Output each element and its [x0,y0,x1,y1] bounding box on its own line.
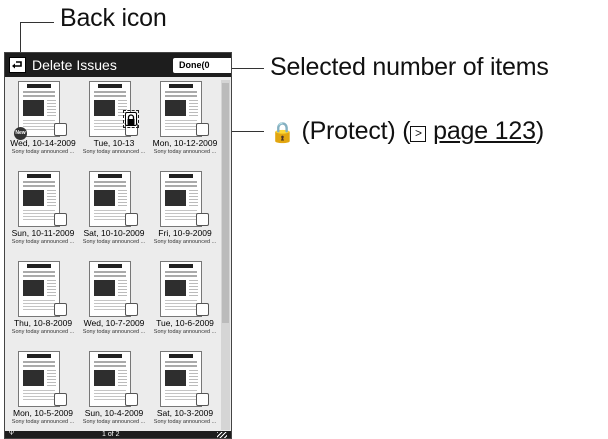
issue-date: Tue, 10-13 [93,138,135,148]
issue-item[interactable]: Fri, 10-9-2009 Sony today announced ... [149,169,219,257]
title-bar: Delete Issues Done(0 [5,53,231,77]
new-badge: New [14,127,27,140]
issue-date: Thu, 10-8-2009 [13,318,73,328]
issue-item[interactable]: Sun, 10-4-2009 Sony today announced ... [78,349,148,437]
issue-description: Sony today announced ... [153,239,217,245]
issue-date: Sun, 10-11-2009 [11,228,75,238]
lock-glyph-icon: 🔒 [270,122,295,144]
issue-description: Sony today announced ... [11,419,75,425]
issue-date: Tue, 10-6-2009 [156,318,214,328]
issue-date: Mon, 10-12-2009 [152,138,218,148]
issue-item[interactable]: Wed, 10-14-2009 Sony today announced ... N… [7,79,77,167]
issue-item[interactable]: Mon, 10-5-2009 Sony today announced ... [7,349,77,437]
page-ref-icon: > [410,126,427,142]
status-icon: Ψ [9,431,15,437]
page-indicator: 1 of 2 [102,431,120,438]
issue-item[interactable]: Sat, 10-3-2009 Sony today announced ... [149,349,219,437]
issue-description: Sony today announced ... [82,239,146,245]
issue-description: Sony today announced ... [11,329,75,335]
protect-text: (Protect) ( [301,117,411,145]
back-icon[interactable] [9,57,26,73]
issue-date: Sat, 10-10-2009 [83,228,145,238]
screen-title: Delete Issues [32,57,117,73]
select-checkbox[interactable] [196,303,209,316]
issue-description: Sony today announced ... [11,149,75,155]
issue-item[interactable]: Thu, 10-8-2009 Sony today announced ... [7,259,77,347]
issue-description: Sony today announced ... [153,149,217,155]
select-checkbox[interactable] [54,303,67,316]
select-checkbox[interactable] [125,213,138,226]
issue-item[interactable]: Sat, 10-10-2009 Sony today announced ... [78,169,148,257]
issue-item[interactable]: Sun, 10-11-2009 Sony today announced ... [7,169,77,257]
issue-description: Sony today announced ... [82,329,146,335]
issue-date: Sun, 10-4-2009 [84,408,144,418]
issue-item[interactable]: Mon, 10-12-2009 Sony today announced ... [149,79,219,167]
issues-grid: Wed, 10-14-2009 Sony today announced ... N… [7,79,219,432]
selected-count-callout: Selected number of items [270,53,549,81]
select-checkbox[interactable] [54,393,67,406]
select-checkbox[interactable] [54,123,67,136]
back-callout-line-h [20,22,54,23]
issue-description: Sony today announced ... [11,239,75,245]
issue-description: Sony today announced ... [82,419,146,425]
issue-date: Fri, 10-9-2009 [158,228,212,238]
back-icon-callout: Back icon [60,4,167,32]
page-ref-link[interactable]: page 123 [433,117,536,145]
issue-item[interactable]: Tue, 10-13 Sony today announced ... [78,79,148,167]
issue-description: Sony today announced ... [153,329,217,335]
lock-icon [125,112,137,126]
issue-date: Mon, 10-5-2009 [12,408,73,418]
issue-description: Sony today announced ... [153,419,217,425]
select-checkbox[interactable] [196,123,209,136]
protect-callout: 🔒 (Protect) (> page 123) [270,119,544,144]
issue-date: Wed, 10-7-2009 [83,318,145,328]
issue-item[interactable]: Tue, 10-6-2009 Sony today announced ... [149,259,219,347]
select-checkbox[interactable] [125,393,138,406]
select-checkbox[interactable] [196,213,209,226]
status-bar: Ψ 1 of 2 [5,431,231,438]
issue-item[interactable]: Wed, 10-7-2009 Sony today announced ... [78,259,148,347]
protect-end: ) [535,117,544,145]
scrollbar-thumb[interactable] [222,83,229,323]
select-checkbox[interactable] [125,303,138,316]
done-button[interactable]: Done(0 [173,58,231,73]
device-screen: Delete Issues Done(0 Wed, 10-14-2009 Sony… [4,52,232,439]
issue-description: Sony today announced ... [82,149,146,155]
select-checkbox[interactable] [196,393,209,406]
battery-icon [217,432,227,438]
select-checkbox[interactable] [54,213,67,226]
issue-date: Sat, 10-3-2009 [156,408,214,418]
